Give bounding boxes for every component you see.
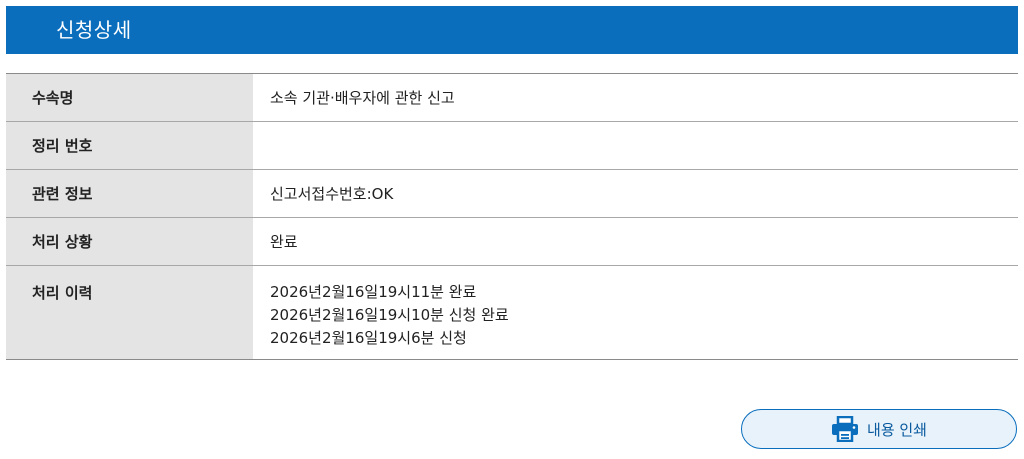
application-detail-table: 수속명 소속 기관·배우자에 관한 신고 정리 번호 관련 정보 신고서접수번호… [6,73,1018,360]
table-row-processing-history: 처리 이력 2026년2월16일19시11분 완료 2026년2월16일19시1… [6,265,1018,360]
row-label-procedure-name: 수속명 [6,73,253,122]
history-list: 2026년2월16일19시11분 완료 2026년2월16일19시10분 신청 … [253,266,1018,360]
row-value-related-info: 신고서접수번호:OK [253,169,1018,218]
table-row-related-info: 관련 정보 신고서접수번호:OK [6,169,1018,218]
row-value-processing-status: 완료 [253,217,1018,266]
page-header: 신청상세 [6,6,1018,54]
row-label-related-info: 관련 정보 [6,169,253,218]
row-label-processing-status: 처리 상황 [6,217,253,266]
page-title: 신청상세 [56,18,132,42]
history-entry: 2026년2월16일19시11분 완료 [270,283,477,301]
history-entry: 2026년2월16일19시6분 신청 [270,329,467,347]
row-value-reference-number [253,121,1018,170]
history-entry: 2026년2월16일19시10분 신청 완료 [270,306,509,324]
row-value-procedure-name: 소속 기관·배우자에 관한 신고 [253,73,1018,122]
print-content-button[interactable]: 내용 인쇄 [741,409,1017,449]
printer-icon [832,416,859,442]
table-row-processing-status: 처리 상황 완료 [6,217,1018,266]
table-row-procedure-name: 수속명 소속 기관·배우자에 관한 신고 [6,73,1018,122]
print-button-label: 내용 인쇄 [867,420,927,439]
row-label-reference-number: 정리 번호 [6,121,253,170]
row-label-processing-history: 처리 이력 [6,265,253,360]
table-row-reference-number: 정리 번호 [6,121,1018,170]
